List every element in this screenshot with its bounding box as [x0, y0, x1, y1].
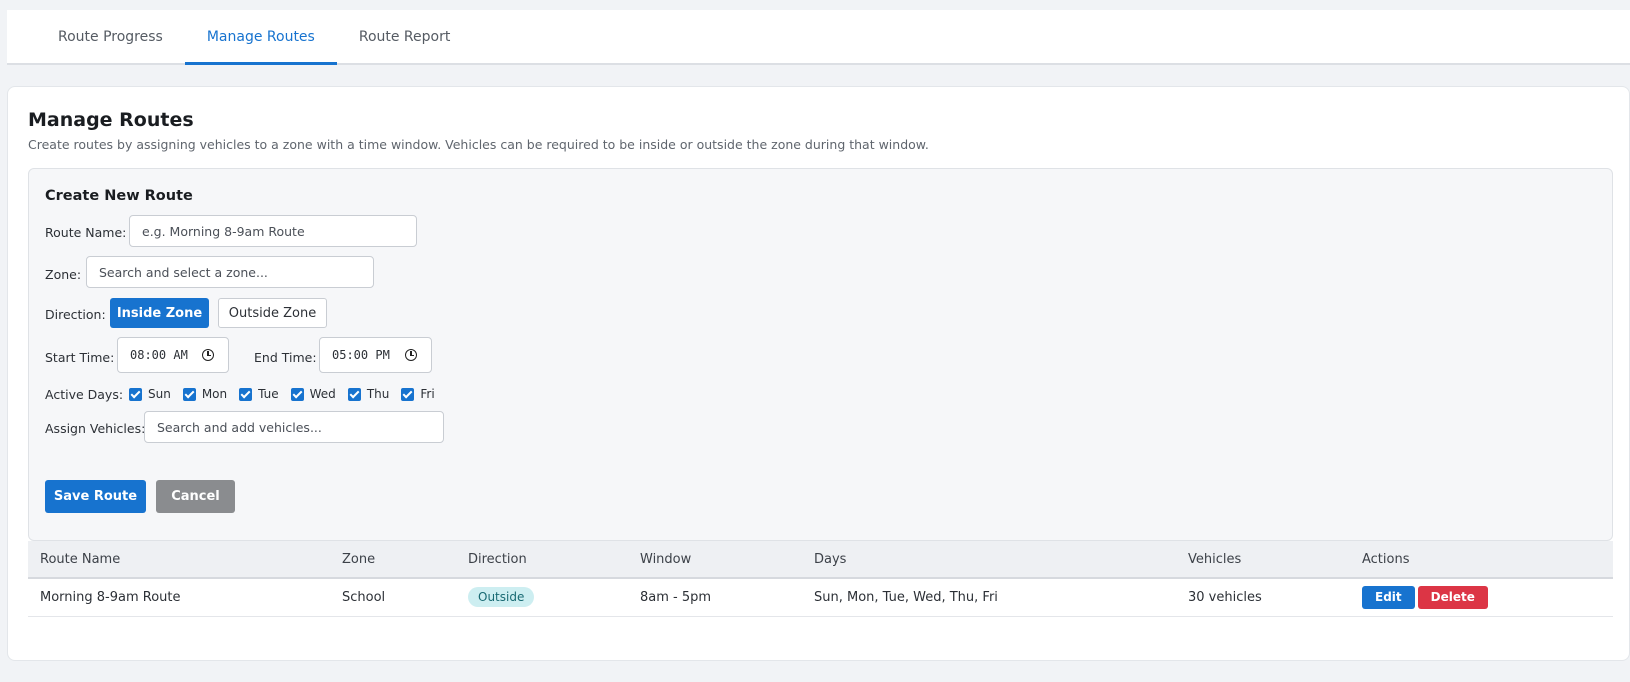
direction-label: Direction: [45, 307, 106, 322]
day-wed[interactable]: Wed [290, 387, 336, 401]
column-header: Zone [342, 551, 376, 567]
cell-zone: School [330, 578, 456, 617]
day-sun[interactable]: Sun [129, 387, 171, 401]
form-title: Create New Route [45, 188, 193, 204]
start-time-value: 08:00 AM [130, 348, 188, 362]
clock-icon[interactable] [405, 349, 417, 361]
cell-window: 8am - 5pm [628, 578, 802, 617]
route-name-input[interactable]: e.g. Morning 8-9am Route [129, 215, 417, 247]
outside-zone-button[interactable]: Outside Zone [218, 298, 327, 328]
save-route-button[interactable]: Save Route [45, 480, 146, 513]
tab-bar: Route Progress Manage Routes Route Repor… [7, 10, 1630, 65]
checkbox-checked-icon[interactable] [182, 387, 196, 401]
cell-direction: Outside [456, 578, 628, 617]
edit-button[interactable]: Edit [1362, 585, 1415, 609]
direction-badge: Outside [468, 587, 535, 608]
delete-button[interactable]: Delete [1417, 585, 1488, 609]
column-header: Route Name [40, 551, 121, 567]
manage-routes-panel: Manage Routes Create routes by assigning… [7, 86, 1630, 661]
checkbox-checked-icon[interactable] [129, 387, 142, 401]
column-header: Vehicles [1188, 551, 1242, 567]
zone-label: Zone: [45, 267, 82, 282]
column-header: Window [640, 551, 692, 567]
inside-zone-button[interactable]: Inside Zone [110, 298, 209, 328]
cell-actions: Edit Delete [1350, 578, 1613, 617]
cell-days: Sun, Mon, Tue, Wed, Thu, Fri [802, 578, 1176, 617]
day-thu[interactable]: Thu [347, 387, 389, 401]
assign-vehicles-label: Assign Vehicles: [45, 421, 146, 436]
end-time-label: End Time: [254, 350, 317, 365]
checkbox-checked-icon[interactable] [290, 387, 304, 401]
route-name-label: Route Name: [45, 225, 127, 240]
cell-vehicles: 30 vehicles [1176, 578, 1350, 617]
active-days-group: Sun Mon Tue Wed Thu Fri [129, 387, 447, 401]
zone-search-input[interactable]: Search and select a zone... [86, 256, 374, 288]
cell-route-name: Morning 8-9am Route [28, 578, 330, 617]
day-tue[interactable]: Tue [239, 387, 279, 401]
active-days-label: Active Days: [45, 387, 124, 402]
column-header: Days [814, 551, 847, 567]
day-mon[interactable]: Mon [182, 387, 227, 401]
vehicles-search-input[interactable]: Search and add vehicles... [144, 411, 444, 443]
column-header: Direction [468, 551, 527, 567]
tab-manage-routes[interactable]: Manage Routes [184, 10, 337, 65]
start-time-input[interactable]: 08:00 AM [117, 337, 229, 373]
checkbox-checked-icon[interactable] [347, 387, 361, 401]
start-time-label: Start Time: [45, 350, 115, 365]
tab-route-report[interactable]: Route Report [337, 10, 473, 63]
clock-icon[interactable] [202, 349, 214, 361]
table-row: Morning 8-9am Route School Outside 8am -… [28, 578, 1613, 617]
column-header: Actions [1362, 551, 1410, 567]
tab-route-progress[interactable]: Route Progress [36, 10, 185, 63]
page-title: Manage Routes [28, 109, 194, 131]
routes-table: Route Name Zone Direction Window Days Ve… [28, 541, 1613, 617]
checkbox-checked-icon[interactable] [401, 387, 415, 401]
day-fri[interactable]: Fri [401, 387, 435, 401]
page-subtitle: Create routes by assigning vehicles to a… [28, 137, 929, 152]
cancel-button[interactable]: Cancel [156, 480, 235, 513]
end-time-value: 05:00 PM [332, 348, 390, 362]
checkbox-checked-icon[interactable] [239, 387, 253, 401]
end-time-input[interactable]: 05:00 PM [319, 337, 432, 373]
create-route-form: Create New Route Route Name: e.g. Mornin… [28, 168, 1613, 541]
table-header-row: Route Name Zone Direction Window Days Ve… [28, 541, 1613, 578]
